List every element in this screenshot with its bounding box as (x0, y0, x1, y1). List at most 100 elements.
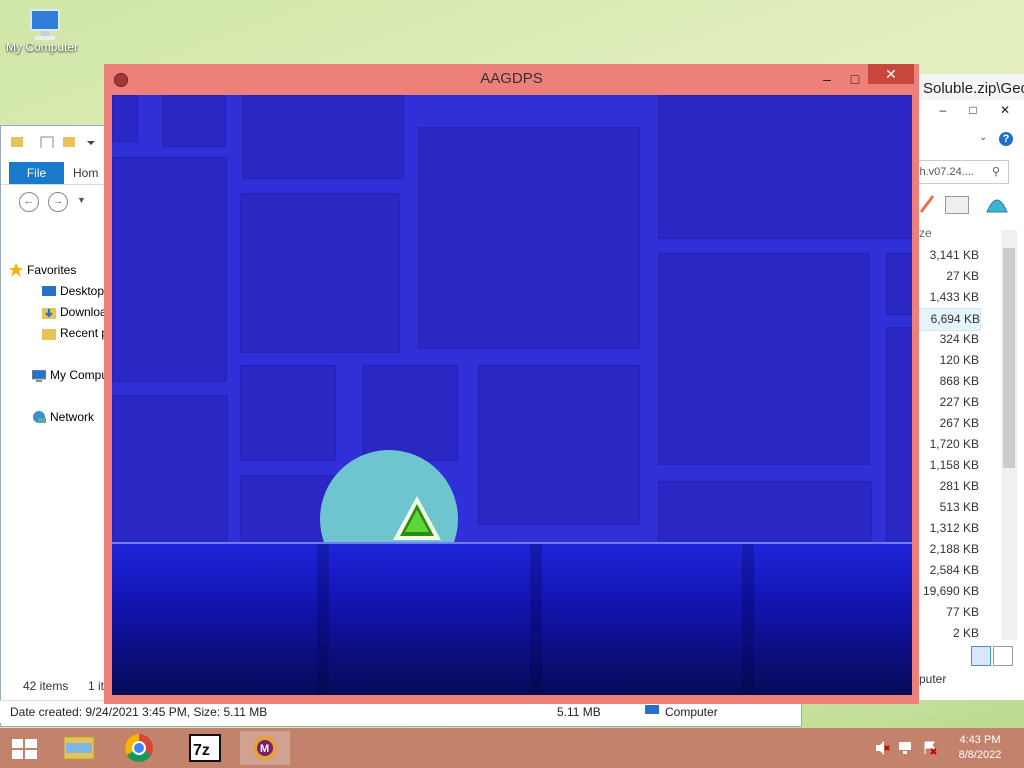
svg-text:7z: 7z (193, 742, 210, 759)
window-title: AAGDPS (480, 70, 543, 87)
file-explorer-icon[interactable] (54, 731, 104, 765)
size-cell: 19,690 KB (922, 584, 979, 598)
clock-date: 8/8/2022 (958, 749, 1002, 761)
desktop-icon (42, 284, 56, 296)
ground-divider (317, 542, 329, 695)
maximize-icon[interactable]: □ (840, 68, 870, 90)
downloads-icon (42, 305, 56, 319)
background-tile (478, 365, 640, 525)
ground (112, 542, 912, 695)
computer-icon (31, 368, 47, 382)
window-title: Soluble.zip\Geo (923, 80, 1024, 97)
start-icon[interactable] (0, 731, 50, 765)
chevron-down-icon[interactable]: ▼ (77, 195, 86, 205)
items-count: 42 items (23, 679, 69, 693)
background-tile (658, 481, 872, 545)
search-text: sh.v07.24.... (914, 166, 974, 178)
size-column-header[interactable]: ze (919, 226, 932, 240)
7zip-icon[interactable]: 7z (180, 731, 230, 765)
background-tile (112, 395, 228, 547)
network-icon[interactable] (898, 740, 914, 756)
svg-text:M: M (260, 743, 269, 755)
nav-item-label: Favorites (27, 263, 77, 277)
background-tile (240, 193, 400, 353)
status-size: 5.11 MB (557, 705, 601, 719)
status-location: Computer (665, 705, 718, 719)
quick-access-toolbar (1, 126, 111, 150)
size-cell: 1,158 KB (929, 458, 979, 472)
size-cell: 513 KB (939, 500, 979, 514)
nav-item-label: Desktop (60, 284, 105, 298)
scrollbar-thumb[interactable] (1003, 248, 1015, 468)
nav-item-favorites[interactable]: Favorites (9, 260, 77, 280)
nav-item-network[interactable]: Network (33, 407, 94, 427)
size-cell: 27 KB (946, 269, 979, 283)
forward-arrow-icon[interactable]: → (48, 192, 68, 212)
computer-icon (645, 705, 659, 717)
back-arrow-icon[interactable]: ← (19, 192, 39, 212)
ground-divider (742, 542, 754, 695)
player-triangle-icon (393, 496, 441, 540)
taskbar: 7z M 4:43 PM 8/8/2022 (0, 728, 1024, 768)
desktop-icon-my-computer[interactable]: My Computer (2, 8, 82, 54)
app-icon (114, 73, 128, 87)
items-selected: 1 it (88, 679, 105, 693)
system-clock[interactable]: 4:43 PM 8/8/2022 (940, 733, 1020, 763)
size-cell: 6,694 KB (909, 308, 981, 331)
minimize-icon[interactable]: – (812, 68, 842, 90)
scrollbar[interactable] (1001, 230, 1017, 640)
help-icon[interactable]: ? (999, 132, 1013, 146)
size-cell: 324 KB (939, 332, 979, 346)
background-tile (242, 95, 404, 179)
size-cell: 281 KB (939, 479, 979, 493)
size-cell: 2,188 KB (929, 542, 979, 556)
game-canvas[interactable] (112, 95, 912, 695)
star-icon (9, 263, 23, 277)
nav-item-label: Downloa (60, 305, 107, 319)
checkmark-icon[interactable] (919, 194, 935, 216)
chrome-icon[interactable] (114, 731, 164, 765)
ground-edge (112, 542, 912, 544)
details-view-icon[interactable] (971, 646, 991, 666)
background-tile (886, 253, 912, 315)
size-cell: 3,141 KB (929, 248, 979, 262)
drive-icon[interactable] (945, 196, 969, 214)
shell-icon[interactable] (985, 192, 1009, 216)
nav-item-downloads[interactable]: Downloa (42, 302, 107, 322)
background-tile (658, 253, 870, 465)
background-tile (418, 127, 640, 349)
volume-muted-icon[interactable] (874, 740, 890, 756)
maximize-icon[interactable]: □ (959, 101, 987, 119)
background-tile (240, 365, 336, 461)
size-cell: 227 KB (939, 395, 979, 409)
close-icon[interactable]: ✕ (991, 101, 1019, 119)
nav-item-recent-places[interactable]: Recent p (42, 323, 108, 343)
minimize-icon[interactable]: – (929, 101, 957, 119)
nav-item-desktop[interactable]: Desktop (42, 281, 105, 301)
action-center-icon[interactable] (922, 740, 938, 756)
game-icon[interactable]: M (240, 731, 290, 765)
network-icon (32, 410, 46, 423)
close-button[interactable]: ✕ (868, 64, 914, 84)
size-cell: 1,433 KB (929, 290, 979, 304)
computer-icon (25, 8, 60, 40)
background-tile (658, 95, 912, 239)
archive-explorer-window: Soluble.zip\Geo – □ ✕ ⌄ ? sh.v07.24.... … (908, 74, 1024, 700)
status-location: puter (919, 672, 947, 686)
chevron-down-icon[interactable]: ⌄ (979, 132, 987, 143)
background-tile (162, 95, 226, 147)
title-bar: Soluble.zip\Geo (909, 74, 1024, 100)
nav-item-my-computer[interactable]: My Compu (31, 365, 108, 385)
tab-file[interactable]: File (9, 162, 64, 184)
size-cell: 2,584 KB (929, 563, 979, 577)
large-icons-view-icon[interactable] (993, 646, 1013, 666)
navigation-pane: Favorites Desktop Downloa Recent p My Co… (1, 256, 111, 676)
game-window: AAGDPS – □ ✕ (104, 64, 919, 704)
search-input[interactable]: sh.v07.24.... ⚲ (913, 160, 1009, 184)
background-tile (112, 157, 227, 382)
tab-home[interactable]: Hom (73, 162, 98, 184)
background-tile (112, 95, 138, 142)
size-cell: 77 KB (946, 605, 979, 619)
size-cell: 1,720 KB (929, 437, 979, 451)
window-controls: – □ ✕ (929, 101, 1024, 119)
